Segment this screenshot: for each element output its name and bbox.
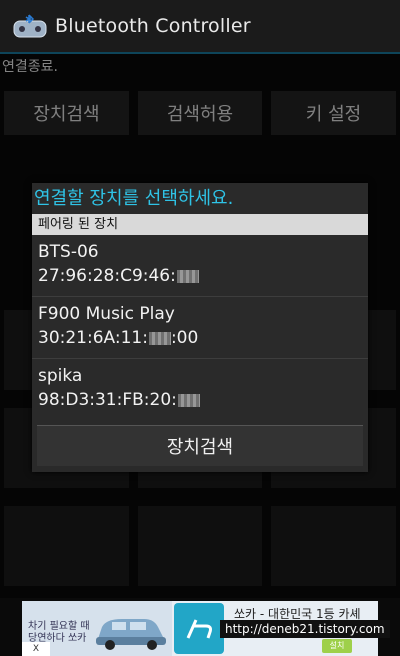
device-item-bts-06[interactable]: BTS-06 27:96:28:C9:46: (32, 235, 368, 297)
redaction-mark (177, 393, 200, 407)
action-bar: Bluetooth Controller (0, 0, 400, 54)
redaction-mark (148, 331, 171, 345)
device-address: 30:21:6A:11::00 (38, 328, 199, 348)
device-item-f900[interactable]: F900 Music Play 30:21:6A:11::00 (32, 297, 368, 359)
redaction-mark (176, 269, 199, 283)
scan-devices-dialog-button[interactable]: 장치검색 (37, 425, 363, 466)
device-name: spika (38, 366, 83, 386)
paired-devices-header: 페어링 된 장치 (32, 214, 368, 235)
bluetooth-controller-app-icon (13, 14, 47, 38)
ad-close-button[interactable]: X (22, 642, 50, 656)
watermark: http://deneb21.tistory.com (220, 620, 390, 638)
device-select-dialog: 연결할 장치를 선택하세요. 페어링 된 장치 BTS-06 27:96:28:… (32, 183, 368, 472)
device-name: BTS-06 (38, 242, 99, 262)
ad-install-button[interactable]: 설치 (322, 639, 352, 653)
socar-logo-icon (174, 603, 224, 654)
device-address: 98:D3:31:FB:20: (38, 390, 200, 410)
device-name: F900 Music Play (38, 304, 175, 324)
dialog-title: 연결할 장치를 선택하세요. (34, 188, 234, 209)
device-address: 27:96:28:C9:46: (38, 266, 199, 286)
car-icon (96, 619, 166, 650)
device-item-spika[interactable]: spika 98:D3:31:FB:20: (32, 359, 368, 421)
socar-logo-glyph (186, 618, 212, 639)
app-title: Bluetooth Controller (55, 15, 251, 37)
